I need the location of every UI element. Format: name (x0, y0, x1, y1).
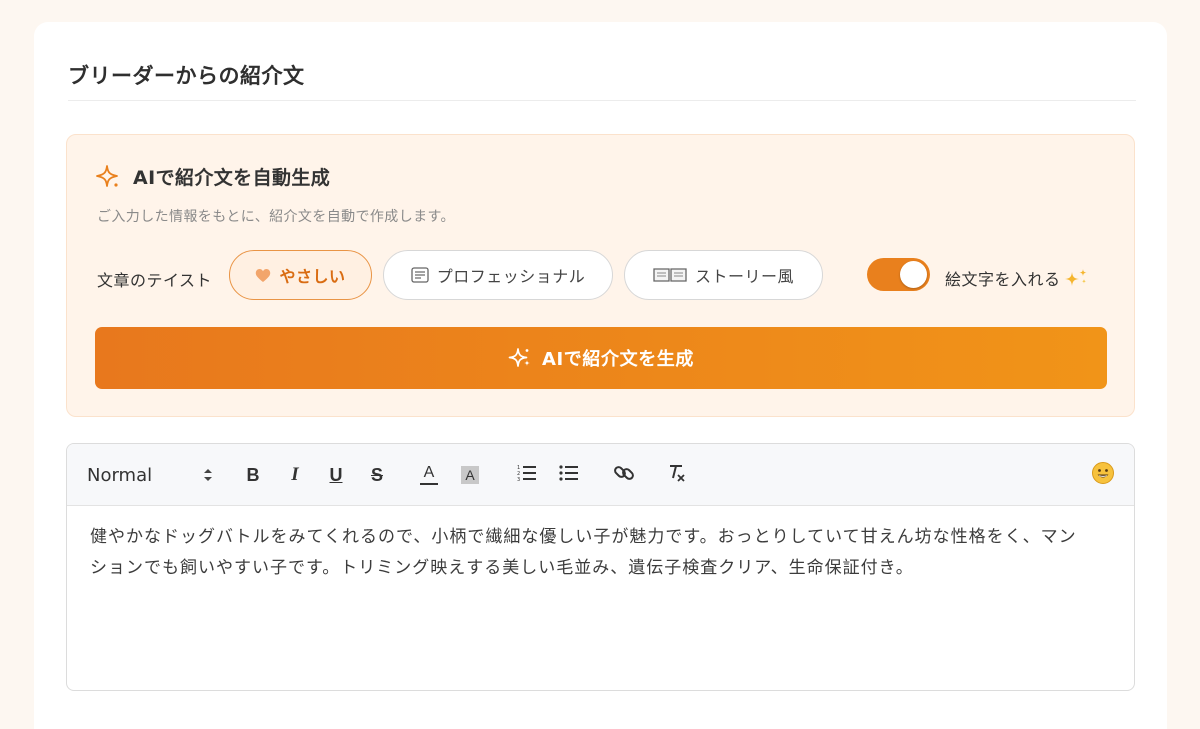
taste-chip-label: ストーリー風 (694, 267, 794, 286)
section-title: ブリーダーからの紹介文 (68, 64, 305, 88)
background-color-button[interactable]: A (456, 444, 484, 506)
rich-text-editor: Normal B I U S A A 1 2 3 健やかなドッグバトルをみてくれ… (66, 443, 1135, 691)
ordered-list-button[interactable]: 1 2 3 (513, 444, 541, 506)
clear-format-icon (667, 463, 687, 487)
bullet-list-icon (559, 464, 579, 486)
underline-button[interactable]: U (322, 444, 350, 506)
text-color-icon: A (420, 465, 438, 485)
ai-panel-heading: AIで紹介文を自動生成 (95, 163, 330, 190)
strikethrough-button[interactable]: S (363, 444, 391, 506)
document-icon (411, 267, 429, 283)
taste-chip-story[interactable]: ストーリー風 (624, 250, 823, 300)
format-select-value: Normal (87, 464, 153, 486)
emoji-toggle-label: 絵文字を入れる (945, 266, 1089, 290)
clear-format-button[interactable] (663, 444, 691, 506)
generate-ai-button[interactable]: AIで紹介文を生成 (95, 327, 1107, 389)
editor-toolbar: Normal B I U S A A 1 2 3 (67, 444, 1134, 506)
sparkles-icon (508, 346, 532, 370)
link-icon (613, 462, 635, 488)
sparkle-icon (95, 164, 121, 190)
toggle-knob (900, 261, 927, 288)
italic-button[interactable]: I (281, 444, 309, 506)
format-select[interactable]: Normal (87, 444, 213, 506)
book-icon (653, 267, 687, 283)
emoji-toggle-text: 絵文字を入れる (945, 270, 1061, 289)
select-arrows-icon (203, 467, 213, 483)
background-color-icon: A (461, 466, 479, 484)
emoji-button[interactable] (1087, 444, 1119, 506)
heart-icon (255, 268, 271, 283)
smiley-icon (1091, 461, 1115, 489)
ordered-list-icon: 1 2 3 (517, 464, 537, 486)
sparkles-icon (1063, 268, 1089, 288)
text-color-button[interactable]: A (415, 444, 443, 506)
taste-chip-gentle[interactable]: やさしい (229, 250, 372, 300)
ai-panel-title: AIで紹介文を自動生成 (133, 167, 331, 189)
ai-generate-panel: AIで紹介文を自動生成 ご入力した情報をもとに、紹介文を自動で作成します。 文章… (66, 134, 1135, 417)
taste-chip-professional[interactable]: プロフェッショナル (383, 250, 613, 300)
bold-button[interactable]: B (239, 444, 267, 506)
taste-label: 文章のテイスト (97, 271, 213, 290)
svg-text:3: 3 (517, 477, 520, 482)
intro-card: ブリーダーからの紹介文 AIで紹介文を自動生成 ご入力した情報をもとに、紹介文を… (34, 22, 1167, 729)
generate-button-label: AIで紹介文を生成 (541, 349, 695, 370)
emoji-toggle[interactable] (867, 258, 930, 291)
taste-chip-label: やさしい (279, 267, 346, 286)
divider (68, 100, 1136, 101)
editor-content[interactable]: 健やかなドッグバトルをみてくれるので、小柄で繊細な優しい子が魅力です。おっとりし… (90, 522, 1094, 584)
taste-chip-label: プロフェッショナル (436, 267, 586, 286)
ai-panel-description: ご入力した情報をもとに、紹介文を自動で作成します。 (97, 209, 455, 225)
link-button[interactable] (610, 444, 638, 506)
bullet-list-button[interactable] (555, 444, 583, 506)
